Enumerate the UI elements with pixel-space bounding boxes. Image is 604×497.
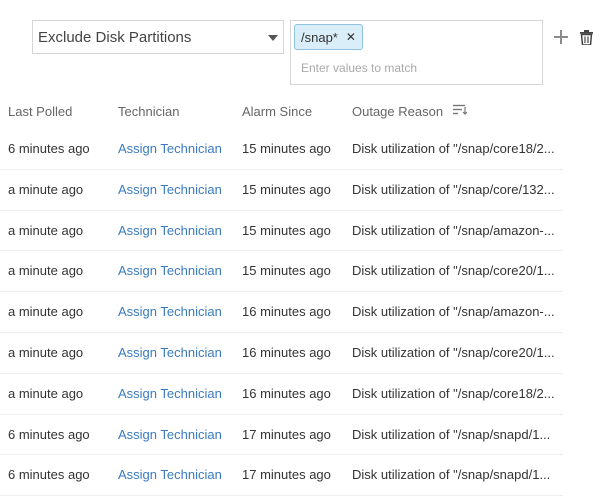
assign-technician-link[interactable]: Assign Technician	[118, 223, 222, 238]
header-alarm-since[interactable]: Alarm Since	[242, 104, 312, 119]
header-last-polled[interactable]: Last Polled	[8, 104, 72, 119]
last-polled-cell: 6 minutes ago	[8, 141, 90, 156]
value-chip-label: /snap*	[301, 29, 338, 45]
close-icon[interactable]: ✕	[346, 30, 356, 44]
last-polled-cell: a minute ago	[8, 344, 84, 360]
alarm-since-cell: 17 minutes ago	[242, 426, 331, 442]
header-outage-reason-label: Outage Reason	[352, 104, 444, 119]
last-polled-cell: 6 minutes ago	[8, 467, 90, 483]
filter-type-dropdown[interactable]: Exclude Disk Partitions	[32, 20, 284, 54]
table-row[interactable]: a minute ago Assign Technician 16 minute…	[0, 374, 563, 415]
outage-reason-cell: Disk utilization of "/snap/core20/1...	[352, 344, 555, 360]
alarm-since-cell: 16 minutes ago	[242, 304, 331, 320]
table-row[interactable]: a minute ago Assign Technician 16 minute…	[0, 292, 563, 333]
outage-reason-cell: Disk utilization of "/snap/core/132...	[352, 181, 555, 197]
last-polled-cell: a minute ago	[8, 304, 84, 320]
alarm-since-cell: 15 minutes ago	[242, 181, 331, 197]
alarm-since-cell: 17 minutes ago	[242, 467, 331, 483]
header-technician[interactable]: Technician	[118, 104, 179, 119]
alarm-since-cell: 16 minutes ago	[242, 385, 331, 401]
outage-reason-cell: Disk utilization of "/snap/snapd/1...	[352, 467, 551, 483]
filter-type-label: Exclude Disk Partitions	[38, 28, 192, 46]
table-row[interactable]: 6 minutes ago Assign Technician 17 minut…	[0, 455, 563, 497]
alarm-since-cell: 15 minutes ago	[242, 263, 331, 279]
alarm-since-cell: 15 minutes ago	[242, 222, 331, 238]
outage-reason-cell: Disk utilization of "/snap/core18/2...	[352, 385, 555, 401]
table-row[interactable]: 6 minutes ago Assign Technician 17 minut…	[0, 415, 563, 456]
trash-icon[interactable]	[580, 30, 593, 50]
table-row[interactable]: a minute ago Assign Technician 15 minute…	[0, 251, 563, 293]
table-header: Last Polled Technician Alarm Since Outag…	[0, 93, 563, 129]
last-polled-cell: 6 minutes ago	[8, 426, 90, 442]
table-row[interactable]: a minute ago Assign Technician 15 minute…	[0, 170, 563, 211]
alarms-table: Last Polled Technician Alarm Since Outag…	[0, 93, 563, 497]
caret-down-icon	[268, 35, 278, 41]
sort-icon[interactable]	[452, 103, 468, 118]
assign-technician-link[interactable]: Assign Technician	[118, 345, 222, 360]
filter-values-input[interactable]: /snap* ✕ Enter values to match	[290, 20, 543, 85]
outage-reason-cell: Disk utilization of "/snap/amazon-...	[352, 222, 555, 238]
last-polled-cell: a minute ago	[8, 181, 84, 197]
add-icon[interactable]	[554, 30, 568, 44]
assign-technician-link[interactable]: Assign Technician	[118, 141, 222, 156]
alarm-since-cell: 16 minutes ago	[242, 344, 331, 360]
outage-reason-cell: Disk utilization of "/snap/amazon-...	[352, 304, 555, 320]
alarm-since-cell: 15 minutes ago	[242, 141, 331, 156]
assign-technician-link[interactable]: Assign Technician	[118, 304, 222, 319]
outage-reason-cell: Disk utilization of "/snap/snapd/1...	[352, 426, 551, 442]
outage-reason-cell: Disk utilization of "/snap/core20/1...	[352, 263, 555, 279]
table-body: 6 minutes ago Assign Technician 15 minut…	[0, 129, 563, 497]
value-chip: /snap* ✕	[294, 24, 363, 50]
last-polled-cell: a minute ago	[8, 222, 84, 238]
assign-technician-link[interactable]: Assign Technician	[118, 386, 222, 401]
table-row[interactable]: a minute ago Assign Technician 15 minute…	[0, 211, 563, 252]
assign-technician-link[interactable]: Assign Technician	[118, 467, 222, 482]
table-row[interactable]: 6 minutes ago Assign Technician 15 minut…	[0, 129, 563, 170]
header-outage-reason[interactable]: Outage Reason	[352, 103, 468, 120]
last-polled-cell: a minute ago	[8, 385, 84, 401]
assign-technician-link[interactable]: Assign Technician	[118, 427, 222, 442]
last-polled-cell: a minute ago	[8, 263, 84, 279]
assign-technician-link[interactable]: Assign Technician	[118, 182, 222, 197]
outage-reason-cell: Disk utilization of "/snap/core18/2...	[352, 141, 555, 156]
table-row[interactable]: a minute ago Assign Technician 16 minute…	[0, 333, 563, 374]
values-placeholder: Enter values to match	[301, 61, 418, 75]
assign-technician-link[interactable]: Assign Technician	[118, 263, 222, 278]
